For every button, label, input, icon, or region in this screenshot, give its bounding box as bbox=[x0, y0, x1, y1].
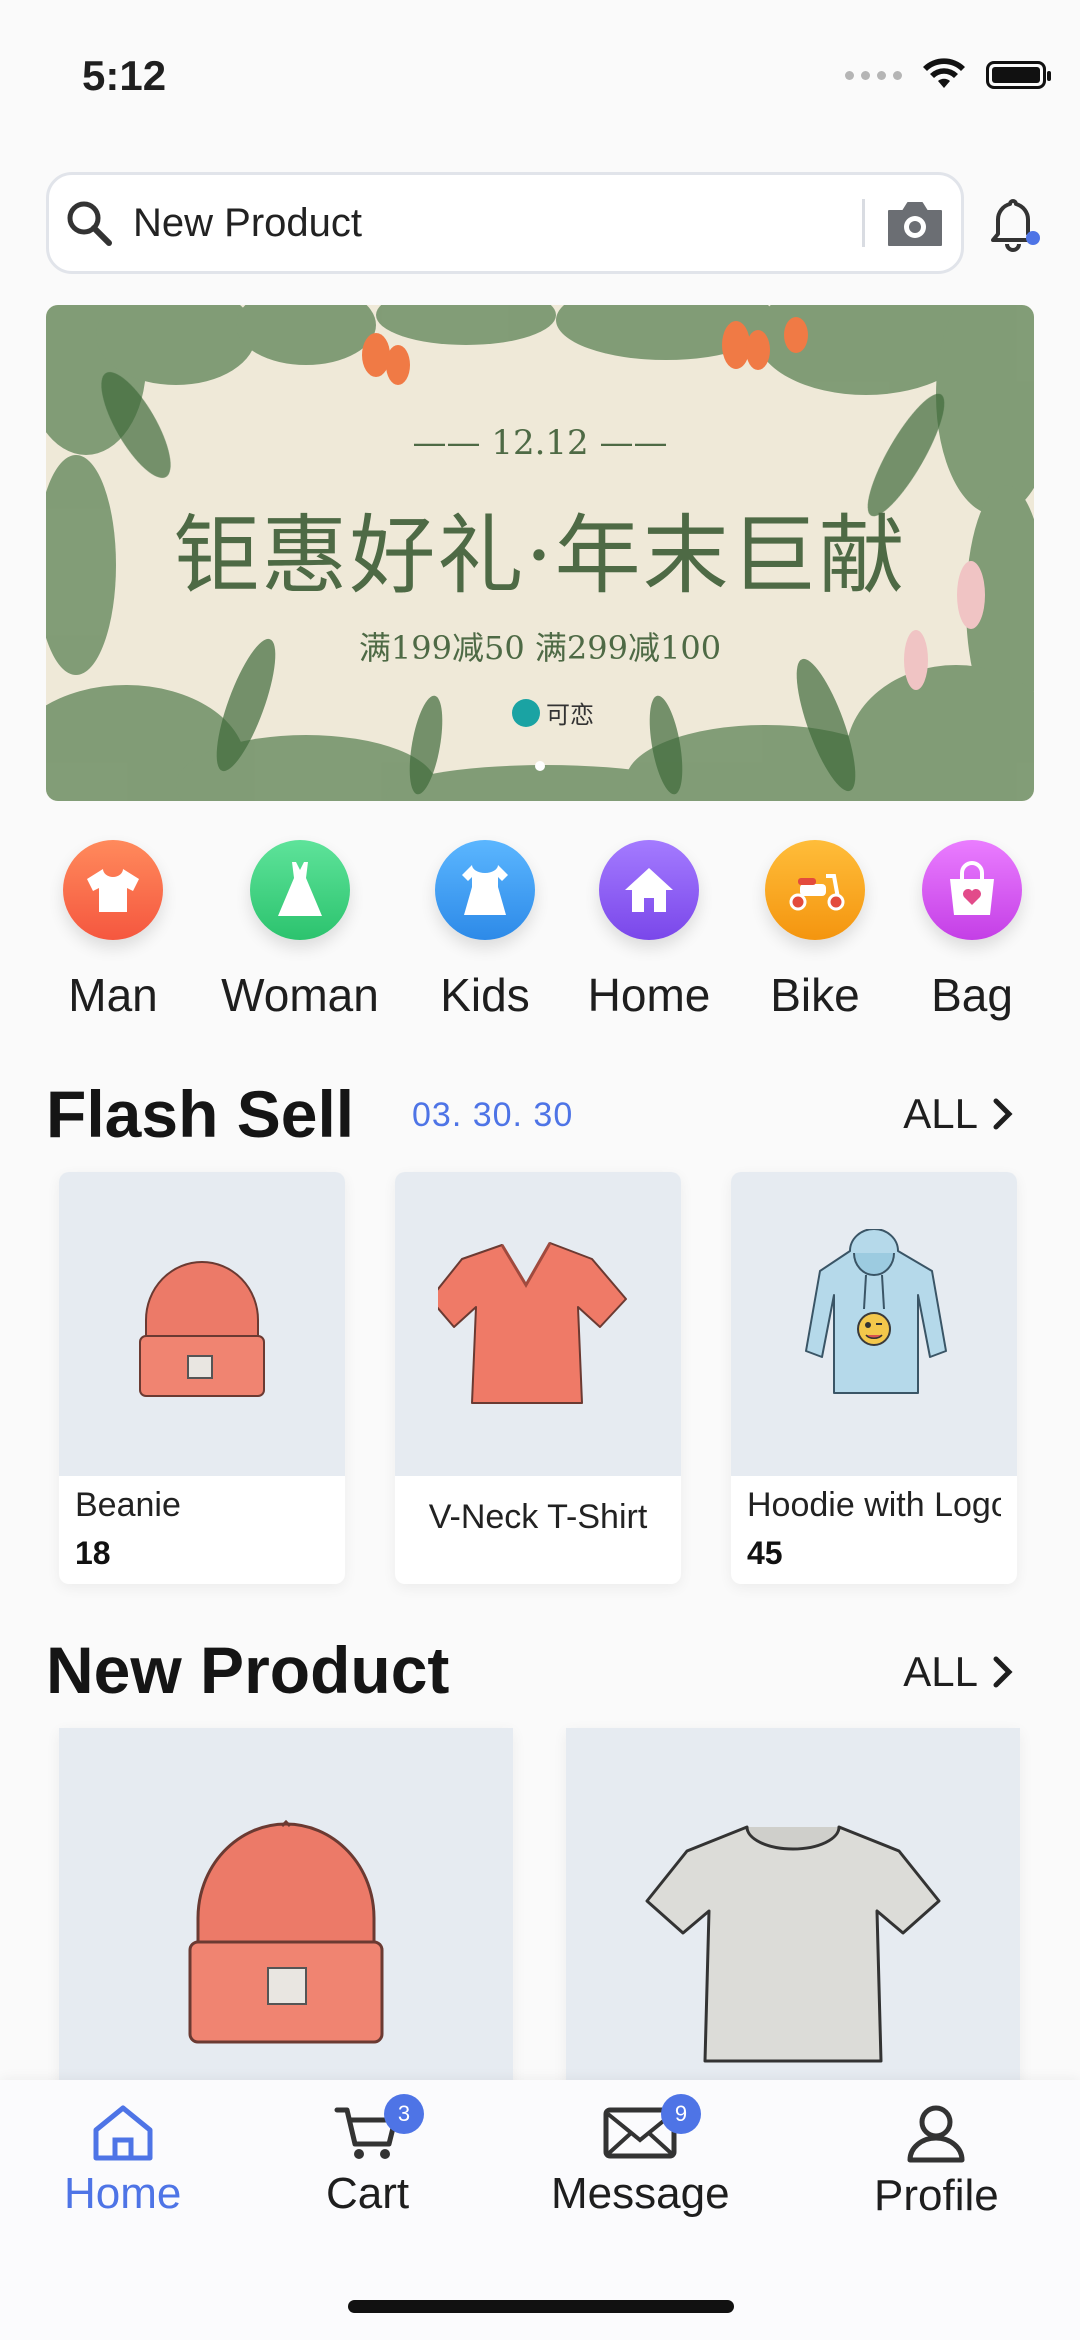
tab-label: Message bbox=[551, 2169, 730, 2218]
search-input[interactable] bbox=[131, 199, 862, 247]
tab-message[interactable]: 9 Message bbox=[551, 2094, 730, 2219]
cart-badge: 3 bbox=[384, 2094, 424, 2134]
tshirt-icon bbox=[645, 1825, 941, 2063]
chevron-right-icon bbox=[993, 1098, 1013, 1130]
category-label: Woman bbox=[221, 969, 379, 1021]
banner-brand: 可恋 bbox=[512, 695, 594, 730]
tab-label: Cart bbox=[326, 2169, 410, 2218]
product-name: Hoodie with Logo bbox=[747, 1486, 1001, 1524]
category-label: Bag bbox=[931, 969, 1013, 1021]
new-product-title: New Product bbox=[46, 1633, 450, 1707]
product-price: 18 bbox=[75, 1535, 111, 1571]
tab-home[interactable]: Home bbox=[64, 2102, 181, 2219]
new-product-card[interactable] bbox=[59, 1728, 513, 2108]
product-name: Beanie bbox=[75, 1486, 181, 1524]
status-time: 5:12 bbox=[82, 52, 167, 99]
dress-icon bbox=[250, 840, 350, 940]
battery-icon bbox=[986, 61, 1051, 89]
new-product-all-link[interactable]: ALL bbox=[903, 1648, 1014, 1696]
category-woman[interactable]: Woman bbox=[200, 840, 400, 1022]
all-label: ALL bbox=[903, 1090, 978, 1137]
banner-date: —— 12.12 —— bbox=[412, 423, 668, 463]
kids-dress-icon bbox=[435, 840, 535, 940]
beanie-icon bbox=[139, 1261, 265, 1397]
home-icon bbox=[93, 2105, 153, 2161]
product-image bbox=[59, 1172, 345, 1476]
search-divider bbox=[862, 199, 865, 247]
tab-profile[interactable]: Profile bbox=[874, 2102, 999, 2221]
hoodie-icon bbox=[805, 1229, 947, 1394]
signal-icon bbox=[845, 70, 902, 80]
category-bag[interactable]: Bag bbox=[872, 840, 1072, 1022]
vneck-tshirt-icon bbox=[438, 1242, 627, 1404]
chevron-right-icon bbox=[993, 1656, 1013, 1688]
scooter-icon bbox=[765, 840, 865, 940]
banner-subtitle: 满199减50 满299减100 bbox=[358, 629, 722, 667]
search-bar[interactable] bbox=[46, 172, 964, 274]
flash-product-card[interactable]: Hoodie with Logo 45 bbox=[731, 1172, 1017, 1584]
new-product-card[interactable] bbox=[566, 1728, 1020, 2108]
search-icon bbox=[67, 201, 112, 246]
message-badge: 9 bbox=[661, 2094, 701, 2134]
carousel-dot[interactable] bbox=[535, 761, 545, 771]
product-price: 45 bbox=[747, 1535, 783, 1571]
all-label: ALL bbox=[903, 1648, 978, 1695]
app-screen: 5:12 New Product —— 12.12 —— 钜惠好礼·年末巨献 满… bbox=[0, 0, 1080, 2340]
tab-label: Home bbox=[64, 2169, 182, 2218]
flash-sell-all-link[interactable]: ALL bbox=[903, 1090, 1014, 1138]
category-label: Man bbox=[68, 969, 158, 1021]
house-icon bbox=[599, 840, 699, 940]
bag-icon bbox=[922, 840, 1022, 940]
promo-banner[interactable]: —— 12.12 —— 钜惠好礼·年末巨献 满199减50 满299减100 可… bbox=[46, 305, 1034, 801]
product-name: V-Neck T-Shirt bbox=[428, 1498, 648, 1536]
flash-product-card[interactable]: V-Neck T-Shirt bbox=[395, 1172, 681, 1584]
tab-cart[interactable]: 3 Cart bbox=[326, 2094, 424, 2219]
banner-title: 钜惠好礼·年末巨献 bbox=[173, 506, 907, 606]
carousel-indicator bbox=[46, 761, 1034, 771]
banner-brand-name: 可恋 bbox=[546, 702, 594, 729]
beanie-icon bbox=[188, 1819, 384, 2044]
tab-label: Profile bbox=[874, 2171, 999, 2220]
flash-sell-title: Flash Sell bbox=[46, 1077, 355, 1151]
home-indicator[interactable] bbox=[348, 2300, 734, 2313]
status-icons bbox=[845, 58, 1051, 92]
category-man[interactable]: Man bbox=[13, 840, 213, 1022]
camera-icon[interactable] bbox=[885, 197, 945, 249]
tshirt-icon bbox=[63, 840, 163, 940]
product-image bbox=[395, 1172, 681, 1476]
notification-bell-icon[interactable] bbox=[984, 196, 1044, 258]
profile-icon bbox=[907, 2105, 965, 2163]
product-image bbox=[731, 1172, 1017, 1476]
wifi-icon bbox=[923, 58, 965, 88]
flash-sell-timer: 03. 30. 30 bbox=[412, 1096, 574, 1134]
brand-logo-icon bbox=[512, 698, 540, 727]
flash-product-card[interactable]: Beanie 18 bbox=[59, 1172, 345, 1584]
